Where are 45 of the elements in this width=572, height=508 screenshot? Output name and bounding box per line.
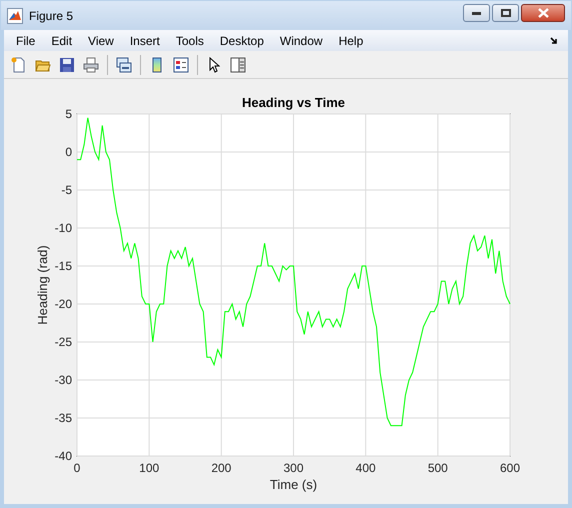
peak-logo-icon <box>7 8 23 24</box>
y-tick-label: -20 <box>54 297 72 311</box>
x-tick-label: 0 <box>74 461 80 475</box>
x-tick-label: 500 <box>428 461 448 475</box>
x-axis-label: Time (s) <box>270 477 318 492</box>
pointer-icon <box>208 56 220 72</box>
menu-item[interactable]: File <box>8 32 44 50</box>
colorbar-icon <box>152 56 162 72</box>
y-tick-label: 5 <box>65 107 72 121</box>
panel-icon <box>230 56 246 72</box>
close-button[interactable] <box>521 4 565 22</box>
x-tick-label: 300 <box>283 461 304 475</box>
close-icon <box>538 8 548 18</box>
menu-item[interactable]: View <box>80 32 122 50</box>
menu-item[interactable]: Desktop <box>212 32 272 50</box>
window-title: Figure 5 <box>29 8 74 24</box>
x-tick-label: 400 <box>356 461 376 475</box>
menu-item[interactable]: Insert <box>122 32 168 50</box>
menu-item[interactable]: Tools <box>168 32 212 50</box>
x-tick-label: 600 <box>500 461 520 475</box>
maximize-button[interactable] <box>492 4 519 22</box>
menu-item[interactable]: Window <box>272 32 331 50</box>
legend-icon <box>173 56 189 72</box>
printer-icon <box>83 56 99 72</box>
y-tick-label: -40 <box>54 449 72 463</box>
menu-item[interactable]: Help <box>330 32 372 50</box>
y-tick-label: -25 <box>54 335 72 349</box>
save-icon <box>59 56 75 72</box>
x-tick-label: 200 <box>211 461 232 475</box>
y-axis-label: Heading (rad) <box>35 245 50 325</box>
new-file-icon <box>11 56 27 72</box>
y-tick-label: -10 <box>54 221 72 235</box>
x-tick-label: 100 <box>139 461 160 475</box>
y-tick-label: -5 <box>61 183 72 197</box>
y-tick-label: -30 <box>54 373 72 387</box>
minimize-button[interactable] <box>463 4 490 22</box>
y-tick-label: 0 <box>65 145 72 159</box>
y-tick-label: -15 <box>54 259 72 273</box>
maximize-icon <box>500 9 510 17</box>
chart-title: Heading vs Time <box>242 95 346 110</box>
dock-arrow-icon[interactable] <box>550 36 558 44</box>
menu-item[interactable]: Edit <box>43 32 80 50</box>
linked-windows-icon <box>116 56 132 72</box>
y-tick-label: -35 <box>54 411 72 425</box>
minimize-icon <box>472 12 481 14</box>
